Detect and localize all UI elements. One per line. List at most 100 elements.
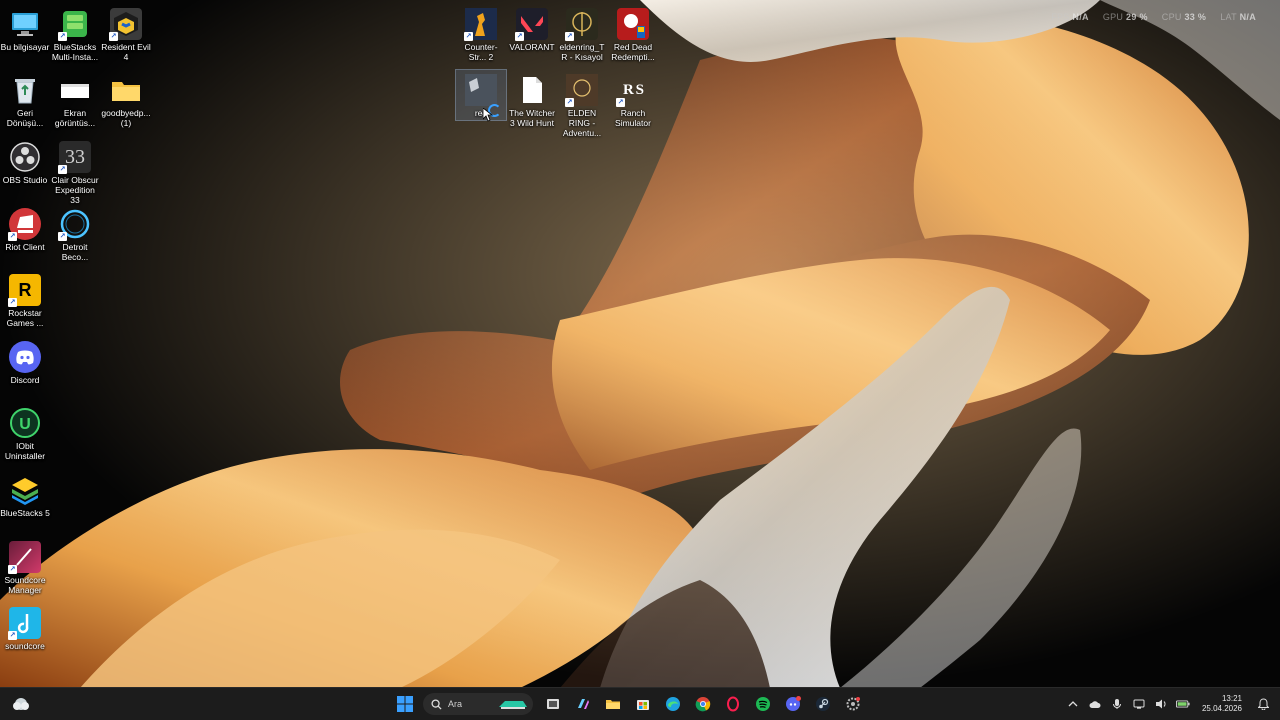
icon-label: The Witcher 3 Wild Hunt (509, 108, 555, 128)
icon-label: Resident Evil 4 (101, 42, 151, 62)
desktop-icon-counter-strike-2[interactable]: ↗ Counter-Str... 2 (456, 4, 506, 62)
clock-date: 25.04.2026 (1201, 704, 1242, 713)
taskbar: Ara 13:21 25.04.2026 (0, 687, 1280, 720)
battery-button[interactable] (1175, 697, 1190, 711)
icon-label: BlueStacks 5 (0, 508, 50, 518)
volume-button[interactable] (1154, 697, 1168, 711)
icon-label: goodbyedp... (1) (101, 108, 151, 128)
soundcore-icon: ↗ (8, 607, 41, 640)
widgets-button[interactable] (12, 696, 30, 717)
settings-button[interactable] (841, 692, 865, 716)
counter-strike-icon: ↗ (464, 8, 497, 41)
icon-label: BlueStacks Multi-Insta... (51, 42, 99, 62)
speaker-icon (1155, 699, 1166, 709)
notifications-button[interactable] (1256, 697, 1270, 711)
desktop-icon-soundcore[interactable]: ↗ soundcore (0, 603, 50, 651)
spotify-icon (756, 697, 770, 711)
desktop-icon-iobit-uninstaller[interactable]: U IObit Uninstaller (0, 403, 50, 461)
icon-label: VALORANT (509, 42, 555, 52)
ranch-simulator-icon: R S ↗ (616, 81, 644, 107)
clock-time: 13:21 (1221, 694, 1242, 703)
desktop-icon-recycle-bin[interactable]: Geri Dönüşü... (0, 70, 50, 128)
valorant-icon: ↗ (515, 8, 548, 41)
rockstar-games-icon: R ↗ (8, 274, 41, 307)
battery-charging-icon (1175, 700, 1190, 708)
icon-label: Rockstar Games ... (6, 308, 44, 328)
desktop-icon-riot-client[interactable]: ↗ Riot Client (0, 204, 50, 252)
cloud-icon (1089, 701, 1101, 708)
bluestacks-multi-instance-icon: ↗ (58, 8, 91, 41)
spotify-button[interactable] (751, 692, 775, 716)
elden-ring-adventure-icon: ↗ (565, 74, 598, 107)
mouse-cursor-icon (483, 108, 493, 122)
discord-button[interactable] (781, 692, 805, 716)
elden-ring-icon: ↗ (565, 8, 598, 41)
icon-label: Bu bilgisayar (0, 42, 50, 52)
desktop-icon-eldenring-tr-shortcut[interactable]: ↗ eldenring_TR - Kısayol (557, 4, 607, 62)
icon-label: Counter-Str... 2 (464, 42, 498, 62)
search-highlight-game-icon (499, 701, 527, 709)
show-hidden-icons-button[interactable] (1066, 697, 1080, 711)
microphone-button[interactable] (1110, 697, 1124, 711)
chrome-icon (695, 697, 711, 712)
desktop-icon-detroit-become-human[interactable]: ↗ Detroit Beco... (50, 204, 100, 262)
taskbar-search-box[interactable]: Ara (423, 693, 533, 715)
steam-button[interactable] (811, 692, 835, 716)
shortcut-arrow-icon: ↗ (58, 232, 67, 241)
icon-label: Soundcore Manager (4, 575, 46, 595)
microsoft-store-button[interactable] (631, 692, 655, 716)
start-button[interactable] (393, 692, 417, 716)
riot-client-icon: ↗ (8, 208, 41, 241)
icon-label: Riot Client (5, 242, 45, 252)
desktop-icon-bluestacks-5[interactable]: BlueStacks 5 (0, 470, 50, 518)
desktop-icon-resident-evil-4[interactable]: ↗ Resident Evil 4 (101, 4, 151, 62)
desktop-icon-ranch-simulator[interactable]: R S ↗ Ranch Simulator (608, 70, 658, 129)
computer-icon (9, 8, 41, 40)
opera-gx-button[interactable] (721, 692, 745, 716)
desktop-icon-red-dead-redemption[interactable]: Red Dead Redempti... (608, 4, 658, 62)
document-file-icon (516, 74, 548, 106)
icon-label: eldenring_TR - Kısayol (559, 42, 605, 62)
clock[interactable]: 13:21 25.04.2026 (1202, 694, 1242, 714)
shortcut-arrow-icon: ↗ (109, 32, 118, 41)
task-view-icon (547, 699, 559, 709)
desktop-icon-soundcore-manager[interactable]: ↗ Soundcore Manager (0, 537, 50, 595)
edge-button[interactable] (661, 692, 685, 716)
edge-icon (666, 697, 680, 711)
shortcut-arrow-icon: ↗ (8, 232, 17, 241)
chrome-button[interactable] (691, 692, 715, 716)
desktop-icon-elden-ring-adventure[interactable]: ↗ ELDEN RING - Adventu... (557, 70, 607, 138)
desktop-icon-folder-goodbyedp[interactable]: goodbyedp... (1) (101, 70, 151, 128)
desktop-icon-screenshot[interactable]: Ekran görüntüs... (50, 70, 100, 128)
shortcut-arrow-icon: ↗ (8, 298, 17, 307)
shortcut-arrow-icon: ↗ (8, 565, 17, 574)
desktop-icon-this-pc[interactable]: Bu bilgisayar (0, 4, 50, 52)
desktop-icon-clair-obscur[interactable]: 33 ↗ Clair Obscur Expedition 33 (50, 137, 100, 205)
icon-label: Red Dead Redempti... (611, 42, 655, 62)
cloud-status-button[interactable] (1088, 697, 1102, 711)
shortcut-arrow-icon: ↗ (565, 32, 574, 41)
desktop-icon-rockstar-games[interactable]: R ↗ Rockstar Games ... (0, 270, 50, 328)
shortcut-arrow-icon: ↗ (58, 165, 67, 174)
desktop-icon-bluestacks-multi-instance[interactable]: ↗ BlueStacks Multi-Insta... (50, 4, 100, 62)
detroit-become-human-icon: ↗ (58, 208, 91, 241)
performance-overlay: FPS N/A GPU 29 % CPU 33 % LAT N/A (1051, 12, 1256, 22)
opera-gx-icon (727, 696, 739, 712)
desktop-icon-discord[interactable]: Discord (0, 337, 50, 385)
desktop-icon-the-witcher-3[interactable]: The Witcher 3 Wild Hunt (507, 70, 557, 128)
desktop-icon-valorant[interactable]: ↗ VALORANT (507, 4, 557, 52)
icon-label: Ekran görüntüs... (54, 108, 96, 128)
cpu-readout: CPU 33 % (1161, 12, 1207, 22)
gear-icon (846, 697, 860, 711)
folder-icon (110, 74, 142, 106)
copilot-button[interactable] (571, 692, 595, 716)
network-button[interactable] (1132, 697, 1146, 711)
svg-text:U: U (19, 416, 31, 433)
shortcut-arrow-icon: ↗ (8, 631, 17, 640)
desktop-icon-obs-studio[interactable]: OBS Studio (0, 137, 50, 185)
task-view-button[interactable] (541, 692, 565, 716)
taskbar-center: Ara (393, 692, 865, 716)
store-icon (637, 700, 649, 710)
file-explorer-button[interactable] (601, 692, 625, 716)
red-dead-redemption-icon (617, 8, 649, 40)
